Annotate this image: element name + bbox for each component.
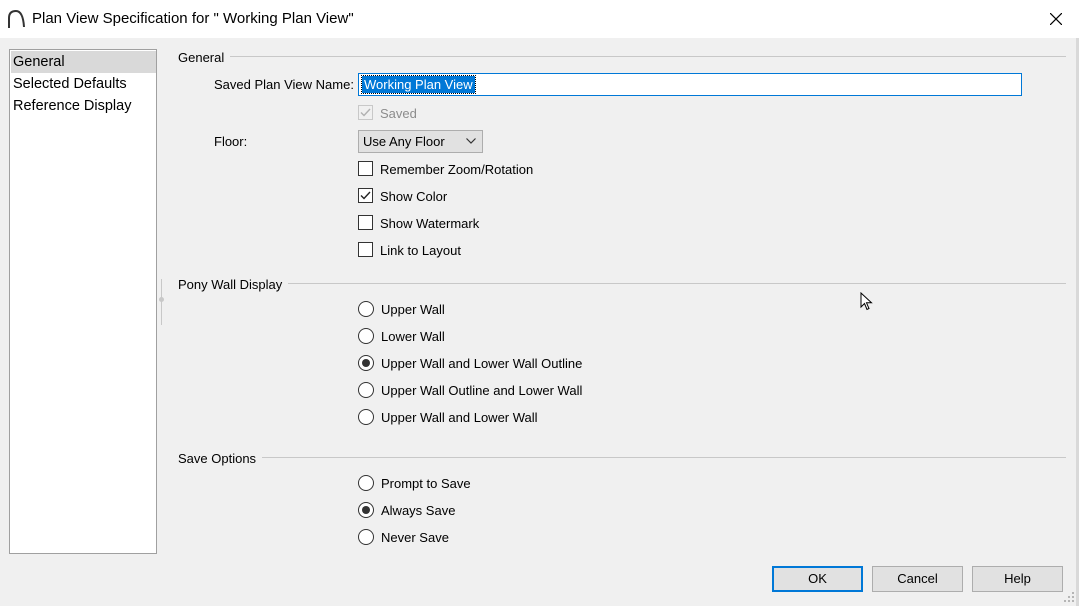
nav-item-selected-defaults[interactable]: Selected Defaults [11, 73, 156, 95]
radio-upper-wall-lower-outline-label[interactable]: Upper Wall and Lower Wall Outline [381, 356, 582, 371]
help-button[interactable]: Help [972, 566, 1063, 592]
group-divider [178, 283, 1066, 284]
radio-always-save[interactable] [358, 502, 374, 518]
panel-splitter[interactable] [161, 279, 163, 325]
title-bar: Plan View Specification for " Working Pl… [0, 0, 1079, 38]
radio-prompt-to-save[interactable] [358, 475, 374, 491]
splitter-handle[interactable] [159, 297, 164, 302]
nav-item-general[interactable]: General [11, 51, 156, 73]
nav-item-reference-display[interactable]: Reference Display [11, 95, 156, 117]
radio-upper-outline-lower-wall-label[interactable]: Upper Wall Outline and Lower Wall [381, 383, 582, 398]
floor-dropdown[interactable]: Use Any Floor [358, 130, 483, 153]
plan-view-name-value: Working Plan View [361, 75, 476, 94]
remember-zoom-label[interactable]: Remember Zoom/Rotation [380, 162, 533, 177]
group-divider [178, 457, 1066, 458]
radio-upper-wall-label[interactable]: Upper Wall [381, 302, 445, 317]
cancel-button[interactable]: Cancel [872, 566, 963, 592]
close-icon [1050, 13, 1062, 25]
check-icon [360, 191, 371, 200]
radio-upper-and-lower-wall-label[interactable]: Upper Wall and Lower Wall [381, 410, 538, 425]
mouse-pointer-icon [860, 292, 873, 311]
saved-checkbox [358, 105, 373, 120]
radio-upper-wall[interactable] [358, 301, 374, 317]
floor-dropdown-value: Use Any Floor [363, 134, 445, 149]
close-button[interactable] [1040, 4, 1072, 34]
pony-wall-group-header: Pony Wall Display [178, 277, 289, 292]
show-watermark-label[interactable]: Show Watermark [380, 216, 479, 231]
show-watermark-checkbox[interactable] [358, 215, 373, 230]
check-icon [360, 108, 371, 117]
show-color-checkbox[interactable] [358, 188, 373, 203]
save-options-group-header: Save Options [178, 451, 263, 466]
ok-button[interactable]: OK [772, 566, 863, 592]
floor-label: Floor: [214, 134, 248, 149]
radio-upper-wall-lower-outline[interactable] [358, 355, 374, 371]
plan-view-name-input[interactable]: Working Plan View [358, 73, 1022, 96]
category-list[interactable]: General Selected Defaults Reference Disp… [9, 49, 157, 554]
radio-lower-wall[interactable] [358, 328, 374, 344]
link-to-layout-label[interactable]: Link to Layout [380, 243, 461, 258]
general-group-header: General [178, 50, 231, 65]
link-to-layout-checkbox[interactable] [358, 242, 373, 257]
chevron-down-icon [466, 138, 476, 144]
radio-lower-wall-label[interactable]: Lower Wall [381, 329, 445, 344]
radio-always-save-label[interactable]: Always Save [381, 503, 455, 518]
saved-label: Saved [380, 106, 417, 121]
resize-grip-icon[interactable] [1062, 590, 1076, 604]
plan-view-name-label: Saved Plan View Name: [214, 77, 354, 92]
radio-never-save[interactable] [358, 529, 374, 545]
show-color-label[interactable]: Show Color [380, 189, 447, 204]
radio-never-save-label[interactable]: Never Save [381, 530, 449, 545]
remember-zoom-checkbox[interactable] [358, 161, 373, 176]
radio-prompt-to-save-label[interactable]: Prompt to Save [381, 476, 471, 491]
radio-upper-and-lower-wall[interactable] [358, 409, 374, 425]
app-icon [8, 9, 25, 28]
window-title: Plan View Specification for " Working Pl… [32, 10, 354, 27]
group-divider [178, 56, 1066, 57]
radio-upper-outline-lower-wall[interactable] [358, 382, 374, 398]
